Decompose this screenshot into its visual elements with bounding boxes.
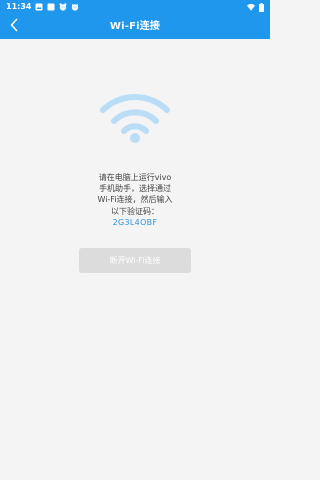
- status-left: 11:34: [6, 0, 79, 14]
- connection-instructions: 请在电脑上运行vivo 手机助手，选择通过 Wi-Fi连接，然后输入 以下验证码…: [97, 173, 173, 216]
- page-title: Wi-Fi连接: [109, 21, 161, 32]
- battery-icon: [259, 3, 264, 12]
- status-time: 11:34: [6, 2, 32, 11]
- disconnect-wifi-button[interactable]: 断开Wi-Fi连接: [79, 248, 191, 273]
- wifi-signal-icon: [247, 3, 255, 11]
- status-right: [247, 0, 264, 14]
- status-bar: 11:34: [0, 0, 270, 14]
- wifi-icon: [96, 86, 174, 144]
- image-icon: [35, 3, 43, 11]
- square-icon: [47, 3, 55, 11]
- app-icon: [71, 3, 79, 11]
- verification-code: 2G3L4OBF: [112, 218, 158, 227]
- app-icon: [59, 3, 67, 11]
- app-bar: Wi-Fi连接: [0, 14, 270, 39]
